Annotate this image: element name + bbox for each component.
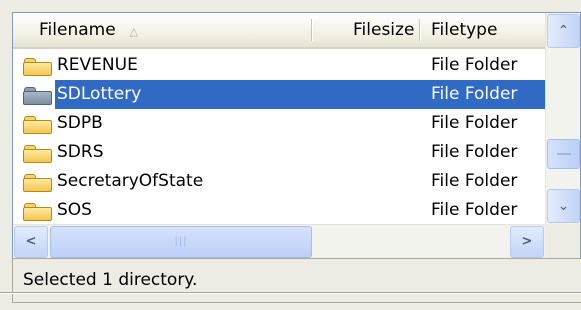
folder-icon (23, 203, 52, 221)
scrollbar-corner (545, 224, 580, 258)
status-text: Selected 1 directory. (23, 270, 198, 290)
folder-icon (23, 58, 52, 76)
file-name: SecretaryOfState (57, 171, 204, 191)
vertical-scroll-thumb[interactable] (547, 139, 580, 169)
horizontal-scroll-thumb[interactable]: ||| (50, 226, 312, 258)
vertical-scrollbar[interactable]: ⌃ ⌄ (545, 13, 580, 224)
file-name: SDRS (57, 142, 104, 162)
column-filesize[interactable]: Filesize (353, 13, 414, 47)
file-row[interactable]: REVENUE File Folder (13, 51, 546, 80)
file-browser: Filename △ Filesize Filetype REVENUE File … (12, 12, 581, 306)
file-type: File Folder (431, 113, 518, 133)
file-row[interactable]: SDRS File Folder (13, 138, 546, 167)
file-row[interactable]: SDPB File Folder (13, 109, 546, 138)
status-bar: Selected 1 directory. (12, 258, 581, 303)
folder-icon (23, 174, 52, 192)
file-rows: REVENUE File Folder SDLottery File Folder SD… (13, 51, 546, 225)
file-list: Filename △ Filesize Filetype REVENUE File … (12, 12, 581, 259)
file-row[interactable]: SOS File Folder (13, 196, 546, 225)
file-row[interactable]: SDLottery File Folder (13, 80, 546, 109)
sort-ascending-icon: △ (129, 25, 139, 38)
scroll-down-button[interactable]: ⌄ (547, 189, 580, 223)
file-name: SDPB (57, 113, 103, 133)
file-type: File Folder (431, 55, 518, 75)
scroll-right-button[interactable]: > (510, 226, 544, 258)
file-name: SDLottery (55, 80, 144, 109)
folder-icon (23, 116, 52, 134)
file-type: File Folder (431, 200, 518, 220)
chevron-left-icon: < (25, 234, 37, 249)
chevron-right-icon: > (521, 234, 533, 249)
chevron-up-icon: ⌃ (557, 23, 570, 39)
folder-icon (23, 87, 52, 105)
file-name: REVENUE (57, 55, 138, 75)
file-row[interactable]: SecretaryOfState File Folder (13, 167, 546, 196)
column-filetype-label: Filetype (431, 20, 498, 40)
column-divider[interactable] (419, 19, 420, 41)
column-filetype[interactable]: Filetype (431, 13, 497, 47)
column-filename[interactable]: Filename △ (39, 13, 138, 47)
column-header: Filename △ Filesize Filetype (13, 13, 546, 49)
file-type: File Folder (419, 80, 546, 109)
divider (0, 292, 581, 294)
scroll-left-button[interactable]: < (14, 226, 48, 258)
grip-icon: ||| (174, 236, 188, 247)
file-type: File Folder (431, 142, 518, 162)
file-name: SOS (57, 200, 92, 220)
scroll-up-button[interactable]: ⌃ (547, 14, 580, 48)
chevron-down-icon: ⌄ (557, 198, 570, 214)
file-type: File Folder (431, 171, 518, 191)
column-filename-label: Filename (39, 20, 116, 40)
folder-icon (23, 145, 52, 163)
column-divider[interactable] (311, 19, 312, 41)
horizontal-scrollbar[interactable]: < ||| > (13, 224, 547, 258)
column-filesize-label: Filesize (353, 20, 415, 40)
